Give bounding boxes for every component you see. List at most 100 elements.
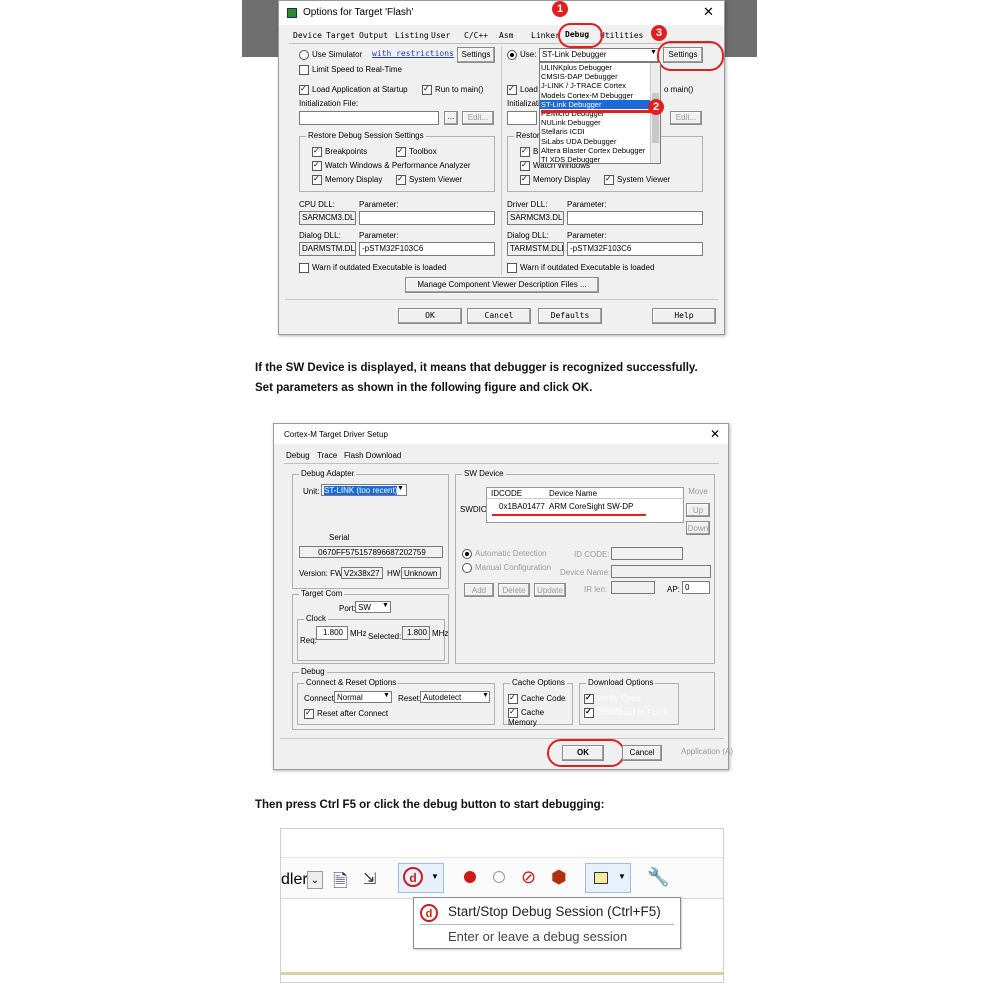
ok-button[interactable]: OK bbox=[398, 308, 462, 324]
dialog-dll-right-field[interactable]: TARMSTM.DLL bbox=[507, 242, 564, 256]
tab-linker[interactable]: Linker bbox=[531, 31, 560, 40]
warn-outdated-checkbox[interactable]: Warn if outdated Executable is loaded bbox=[299, 263, 446, 273]
tab-cpp[interactable]: C/C++ bbox=[464, 31, 488, 40]
dropdown-option[interactable]: Altera Blaster Cortex Debugger bbox=[540, 146, 660, 155]
chevron-down-icon[interactable]: ▼ bbox=[482, 692, 489, 699]
debug-button-group[interactable]: d ▼ bbox=[398, 863, 444, 893]
up-button[interactable]: Up bbox=[686, 503, 710, 517]
debugger-select[interactable]: ST-Link Debugger bbox=[539, 48, 659, 62]
init-edit-button[interactable]: Edit... bbox=[462, 111, 494, 125]
reset-after-connect-checkbox[interactable]: Reset after Connect bbox=[304, 707, 388, 719]
close-icon[interactable]: ✕ bbox=[710, 427, 720, 441]
chevron-down-icon[interactable]: ▼ bbox=[431, 872, 439, 881]
dropdown-option[interactable]: TI XDS Debugger bbox=[540, 155, 660, 164]
load-app-checkbox[interactable]: Load Application at Startup bbox=[299, 83, 408, 95]
driver-apply-button[interactable]: Application (A) bbox=[676, 745, 738, 761]
watch-windows-checkbox[interactable]: Watch Windows & Performance Analyzer bbox=[312, 159, 471, 171]
init-browse-button[interactable]: ... bbox=[444, 111, 458, 125]
translate-icon[interactable]: ⇲ bbox=[363, 869, 376, 889]
dialog-dll-field[interactable]: DARMSTM.DLL bbox=[299, 242, 356, 256]
manual-config-radio[interactable]: Manual Configuration bbox=[462, 563, 551, 573]
tab-output[interactable]: Output bbox=[359, 31, 388, 40]
cpu-dll-field[interactable]: SARMCM3.DLL bbox=[299, 211, 356, 225]
tab-flash-download[interactable]: Flash Download bbox=[344, 451, 401, 460]
cancel-button[interactable]: Cancel bbox=[467, 308, 531, 324]
limit-speed-checkbox[interactable]: Limit Speed to Real-Time bbox=[299, 65, 402, 75]
dropdown-option[interactable]: Stellaris ICDI bbox=[540, 127, 660, 136]
dropdown-option-selected[interactable]: ST-Link Debugger bbox=[540, 99, 660, 110]
dropdown-option[interactable]: NULink Debugger bbox=[540, 118, 660, 127]
close-icon[interactable]: ✕ bbox=[703, 4, 714, 20]
cpu-param-field[interactable] bbox=[359, 211, 495, 225]
driver-param-field[interactable] bbox=[567, 211, 703, 225]
dropdown-option[interactable]: J-LINK / J-TRACE Cortex bbox=[540, 81, 660, 90]
init-file-right-input[interactable] bbox=[507, 111, 537, 125]
chevron-down-icon[interactable]: ▼ bbox=[382, 602, 389, 609]
add-button[interactable]: Add bbox=[464, 583, 494, 597]
download-flash-checkbox[interactable]: Download to Flash bbox=[584, 706, 668, 718]
table-row[interactable]: 0x1BA01477 ARM CoreSight SW-DP bbox=[487, 502, 685, 513]
system-viewer-checkbox[interactable]: System Viewer bbox=[396, 173, 462, 185]
dropdown-option[interactable]: SiLabs UDA Debugger bbox=[540, 137, 660, 146]
simulator-settings-button[interactable]: Settings bbox=[457, 47, 495, 63]
move-button[interactable]: Move bbox=[686, 485, 710, 499]
defaults-button[interactable]: Defaults bbox=[538, 308, 602, 324]
cache-code-checkbox[interactable]: Cache Code bbox=[508, 692, 565, 704]
breakpoints-right-checkbox[interactable]: Br bbox=[520, 145, 541, 157]
chevron-down-icon[interactable]: ▼ bbox=[618, 872, 626, 881]
dropdown-option[interactable]: ULINKplus Debugger bbox=[540, 63, 660, 72]
use-simulator-radio[interactable]: Use Simulator bbox=[299, 50, 362, 60]
dialog-param-field[interactable]: -pSTM32F103C6 bbox=[359, 242, 495, 256]
enable-breakpoints-icon[interactable]: ⊘ bbox=[521, 867, 536, 888]
breakpoints-checkbox[interactable]: Breakpoints bbox=[312, 145, 367, 157]
memory-display-right-checkbox[interactable]: Memory Display bbox=[520, 173, 590, 185]
wrench-icon[interactable]: 🔧 bbox=[647, 867, 669, 888]
combo-dropdown-icon[interactable]: ⌄ bbox=[307, 871, 323, 889]
load-app-right-checkbox[interactable]: Load bbox=[507, 83, 538, 95]
toolbox-checkbox[interactable]: Toolbox bbox=[396, 145, 437, 157]
system-viewer-right-checkbox[interactable]: System Viewer bbox=[604, 173, 670, 185]
window-button-group[interactable]: ▼ bbox=[585, 863, 631, 893]
dropdown-option[interactable]: CMSIS-DAP Debugger bbox=[540, 72, 660, 81]
tooltip-description: Enter or leave a debug session bbox=[448, 929, 628, 944]
document-icon[interactable]: 🗎 bbox=[333, 869, 347, 899]
debug-start-stop-icon[interactable]: d bbox=[403, 867, 423, 887]
dropdown-option[interactable]: Models Cortex-M Debugger bbox=[540, 91, 660, 100]
tab-device[interactable]: Device bbox=[293, 31, 322, 40]
window-icon[interactable] bbox=[594, 872, 608, 884]
use-debugger-radio[interactable]: Use: bbox=[507, 50, 536, 60]
unit-select[interactable]: ST-LINK (too recent) bbox=[321, 484, 407, 496]
init-edit-right-button[interactable]: Edit... bbox=[670, 111, 702, 125]
tab-target[interactable]: Target bbox=[326, 31, 355, 40]
help-button[interactable]: Help bbox=[652, 308, 716, 324]
with-restrictions-link[interactable]: with restrictions bbox=[372, 49, 454, 58]
chevron-down-icon[interactable]: ▼ bbox=[383, 692, 390, 699]
warn-outdated-right-checkbox[interactable]: Warn if outdated Executable is loaded bbox=[507, 263, 654, 273]
down-button[interactable]: Down bbox=[686, 521, 710, 535]
auto-detect-radio[interactable]: Automatic Detection bbox=[462, 549, 547, 559]
chevron-down-icon[interactable]: ▼ bbox=[650, 49, 657, 56]
dialog-param-right-field[interactable]: -pSTM32F103C6 bbox=[567, 242, 703, 256]
manage-component-button[interactable]: Manage Component Viewer Description File… bbox=[405, 277, 599, 293]
breakpoint-icon[interactable] bbox=[464, 871, 476, 883]
update-button[interactable]: Update bbox=[534, 583, 566, 597]
breakpoint-disabled-icon[interactable] bbox=[493, 871, 505, 883]
tab-listing[interactable]: Listing bbox=[395, 31, 429, 40]
delete-button[interactable]: Delete bbox=[498, 583, 530, 597]
tab-user[interactable]: User bbox=[431, 31, 450, 40]
tab-asm[interactable]: Asm bbox=[499, 31, 513, 40]
run-to-main-checkbox[interactable]: Run to main() bbox=[422, 83, 483, 95]
tab-debug[interactable]: Debug bbox=[286, 451, 310, 460]
ap-field[interactable]: 0 bbox=[682, 581, 710, 594]
init-file-input[interactable] bbox=[299, 111, 439, 125]
cache-memory-checkbox[interactable]: Cache Memory bbox=[508, 706, 572, 727]
memory-display-checkbox[interactable]: Memory Display bbox=[312, 173, 382, 185]
req-field[interactable]: 1.800 bbox=[316, 626, 348, 640]
driver-dll-field[interactable]: SARMCM3.DLL bbox=[507, 211, 564, 225]
chevron-down-icon[interactable]: ▼ bbox=[397, 485, 404, 492]
driver-cancel-button[interactable]: Cancel bbox=[622, 745, 662, 761]
reset-select[interactable]: Autodetect bbox=[420, 691, 490, 703]
kill-breakpoints-icon[interactable]: ⬢ bbox=[551, 867, 567, 888]
tab-utilities[interactable]: Utilities bbox=[600, 31, 643, 40]
tab-trace[interactable]: Trace bbox=[317, 451, 337, 460]
